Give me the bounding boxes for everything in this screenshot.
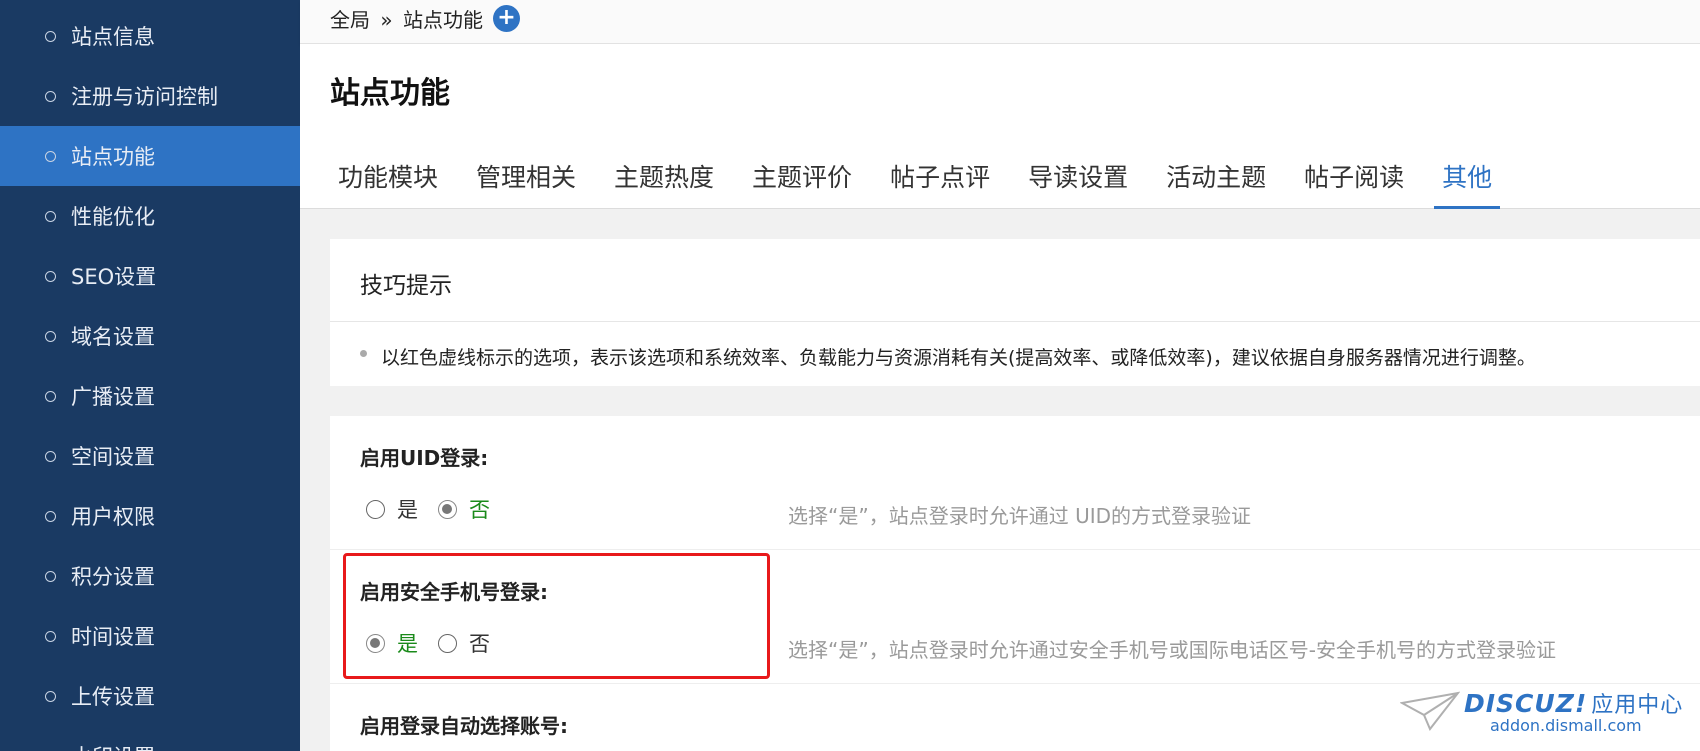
circle-bullet-icon: [45, 450, 56, 462]
circle-bullet-icon: [45, 330, 56, 342]
sidebar-item-user-permissions[interactable]: 用户权限: [0, 486, 300, 546]
radio-label: 是: [397, 498, 418, 522]
tips-title: 技巧提示: [360, 273, 452, 299]
breadcrumb: 全局 » 站点功能: [330, 4, 483, 33]
plus-icon[interactable]: +: [493, 5, 520, 32]
tips-text-row: 以红色虚线标示的选项，表示该选项和系统效率、负载能力与资源消耗有关(提高效率、或…: [360, 343, 1536, 370]
breadcrumb-separator: »: [380, 8, 393, 32]
sidebar-item-label: 上传设置: [71, 685, 155, 709]
circle-bullet-icon: [45, 390, 56, 402]
radio-label: 是: [397, 632, 418, 656]
sidebar-item-seo[interactable]: SEO设置: [0, 246, 300, 306]
sidebar-item-label: 空间设置: [71, 445, 155, 469]
radio-label: 否: [469, 632, 490, 656]
radio-label: 否: [469, 498, 490, 522]
main-content: 全局 » 站点功能 + 站点功能 功能模块 管理相关 主题热度 主题评价 帖子点…: [300, 0, 1700, 751]
sidebar-item-credits[interactable]: 积分设置: [0, 546, 300, 606]
radio-circle-icon: [438, 633, 457, 653]
divider: [330, 321, 1700, 322]
radio-yes[interactable]: 是: [366, 628, 418, 658]
sidebar-item-upload[interactable]: 上传设置: [0, 666, 300, 726]
sidebar-item-time[interactable]: 时间设置: [0, 606, 300, 666]
page-title: 站点功能: [330, 76, 450, 111]
radio-circle-icon: [366, 499, 385, 519]
circle-bullet-icon: [45, 510, 56, 522]
circle-bullet-icon: [45, 210, 56, 222]
bullet-dot-icon: [360, 350, 367, 357]
tips-text: 以红色虚线标示的选项，表示该选项和系统效率、负载能力与资源消耗有关(提高效率、或…: [381, 347, 1536, 369]
sidebar-item-label: 域名设置: [71, 325, 155, 349]
sidebar-item-label: SEO设置: [71, 265, 157, 289]
paper-plane-icon: [1400, 691, 1460, 731]
circle-bullet-icon: [45, 270, 56, 282]
divider: [330, 549, 1700, 550]
setting-label: 启用UID登录:: [360, 446, 489, 470]
circle-bullet-icon: [45, 30, 56, 42]
sidebar-item-watermark[interactable]: 水印设置: [0, 726, 300, 751]
tab-activity-threads[interactable]: 活动主题: [1158, 150, 1274, 209]
sidebar-item-broadcast[interactable]: 广播设置: [0, 366, 300, 426]
sidebar-item-space[interactable]: 空间设置: [0, 426, 300, 486]
radio-group: 是 否: [366, 628, 510, 658]
tab-thread-heat[interactable]: 主题热度: [606, 150, 722, 209]
sidebar-item-label: 站点功能: [71, 145, 155, 169]
radio-checked-icon: [438, 499, 457, 519]
sidebar-item-domain[interactable]: 域名设置: [0, 306, 300, 366]
tab-post-comments[interactable]: 帖子点评: [882, 150, 998, 209]
sidebar-item-site-features[interactable]: 站点功能: [0, 126, 300, 186]
tab-other[interactable]: 其他: [1434, 150, 1501, 209]
tips-card: 技巧提示 以红色虚线标示的选项，表示该选项和系统效率、负载能力与资源消耗有关(提…: [330, 239, 1700, 386]
tab-feature-modules[interactable]: 功能模块: [330, 150, 446, 209]
radio-group: 是 否: [366, 494, 510, 524]
sidebar-item-performance[interactable]: 性能优化: [0, 186, 300, 246]
circle-bullet-icon: [45, 630, 56, 642]
sidebar-item-label: 用户权限: [71, 505, 155, 529]
setting-label: 启用安全手机号登录:: [360, 580, 548, 604]
tab-thread-rating[interactable]: 主题评价: [744, 150, 860, 209]
sidebar-item-site-info[interactable]: 站点信息: [0, 6, 300, 66]
sidebar-item-register-access[interactable]: 注册与访问控制: [0, 66, 300, 126]
sidebar-item-label: 站点信息: [71, 25, 155, 49]
radio-yes[interactable]: 是: [366, 494, 418, 524]
setting-description: 选择“是”，站点登录时允许通过安全手机号或国际电话区号-安全手机号的方式登录验证: [788, 638, 1556, 662]
circle-bullet-icon: [45, 570, 56, 582]
setting-label: 启用登录自动选择账号:: [360, 714, 568, 738]
watermark-logo: DISCUZ! 应用中心 addon.dismall.com: [1400, 685, 1700, 745]
circle-bullet-icon: [45, 90, 56, 102]
sidebar-item-label: 注册与访问控制: [71, 85, 218, 109]
radio-no[interactable]: 否: [438, 628, 490, 658]
radio-checked-icon: [366, 633, 385, 653]
tab-post-reading[interactable]: 帖子阅读: [1296, 150, 1412, 209]
top-bar: 全局 » 站点功能 +: [300, 0, 1700, 44]
circle-bullet-icon: [45, 150, 56, 162]
tab-guide-settings[interactable]: 导读设置: [1020, 150, 1136, 209]
page-header: 站点功能 功能模块 管理相关 主题热度 主题评价 帖子点评 导读设置 活动主题 …: [300, 44, 1700, 209]
sidebar: 站点信息 注册与访问控制 站点功能 性能优化 SEO设置 域名设置 广播设置 空…: [0, 0, 300, 751]
divider: [330, 683, 1700, 684]
sidebar-item-label: 水印设置: [71, 741, 155, 751]
tab-bar: 功能模块 管理相关 主题热度 主题评价 帖子点评 导读设置 活动主题 帖子阅读 …: [330, 150, 1522, 209]
sidebar-item-label: 广播设置: [71, 385, 155, 409]
sidebar-item-label: 积分设置: [71, 565, 155, 589]
watermark-brand: DISCUZ! 应用中心: [1464, 689, 1684, 718]
sidebar-item-label: 时间设置: [71, 625, 155, 649]
setting-description: 选择“是”，站点登录时允许通过 UID的方式登录验证: [788, 504, 1252, 528]
breadcrumb-root[interactable]: 全局: [330, 8, 370, 32]
sidebar-item-label: 性能优化: [71, 205, 155, 229]
tab-management[interactable]: 管理相关: [468, 150, 584, 209]
circle-bullet-icon: [45, 690, 56, 702]
breadcrumb-current: 站点功能: [402, 8, 483, 32]
radio-no[interactable]: 否: [438, 494, 490, 524]
watermark-url: addon.dismall.com: [1490, 716, 1642, 735]
